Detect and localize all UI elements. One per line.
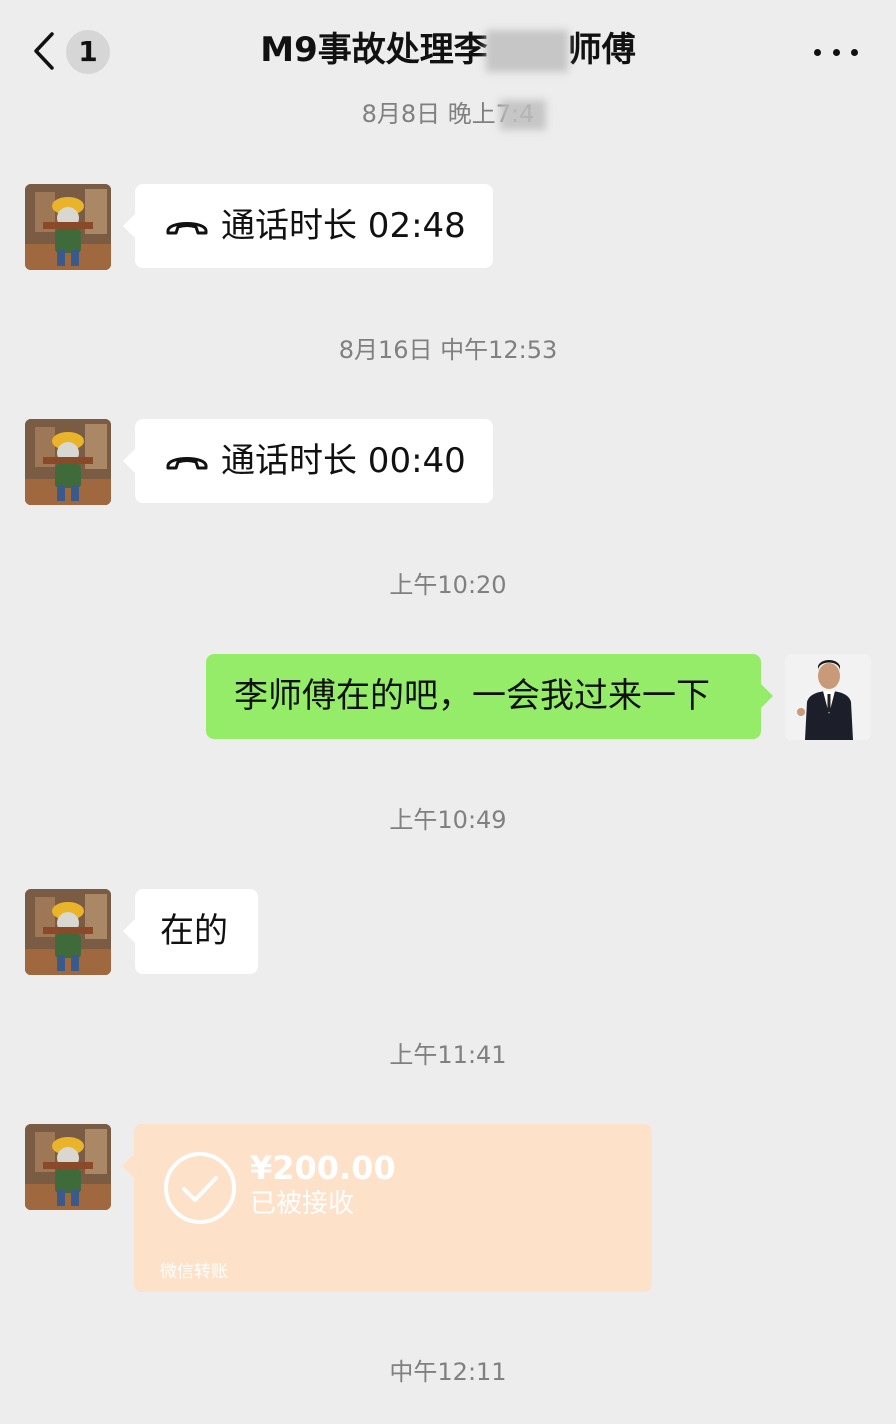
user-avatar-image (785, 654, 871, 740)
transfer-amount: ¥200.00 (250, 1149, 396, 1187)
transfer-label: 微信转账 (160, 1262, 228, 1282)
timestamp: 上午11:41 (389, 1041, 507, 1069)
timestamp: 8月16日 中午12:53 (338, 336, 558, 364)
more-dots-icon (814, 48, 821, 56)
timestamp: 上午10:20 (389, 571, 507, 599)
timestamp: 8月8日 晚上7:4 (361, 100, 535, 128)
contact-avatar[interactable] (25, 419, 111, 505)
contact-avatar[interactable] (25, 889, 111, 975)
unread-count-badge[interactable]: 1 (66, 30, 110, 74)
check-circle-icon (164, 1152, 236, 1224)
phone-hangup-icon (166, 457, 208, 470)
message-text: 李师傅在的吧，一会我过来一下 (234, 676, 710, 716)
contact-avatar[interactable] (25, 184, 111, 270)
call-duration-label: 通话时长 02:48 (221, 206, 466, 246)
privacy-blur (486, 30, 568, 72)
my-avatar[interactable] (785, 654, 871, 740)
chat-title-visible: M9事故处理李 (260, 30, 488, 70)
chat-title: M9事故处理李 师傅 (140, 26, 756, 74)
timestamp: 中午12:11 (389, 1358, 507, 1386)
privacy-blur (500, 100, 546, 130)
chevron-left-icon (34, 32, 54, 70)
chat-title-suffix: 师傅 (567, 30, 636, 70)
timestamp: 上午10:49 (389, 806, 507, 834)
transfer-card[interactable]: ¥200.00 已被接收 微信转账 (122, 1124, 652, 1292)
call-duration-label: 通话时长 00:40 (221, 441, 466, 481)
more-dot (851, 48, 858, 56)
my-message-bubble[interactable]: 李师傅在的吧，一会我过来一下 (206, 654, 773, 739)
more-dot (832, 48, 840, 56)
worker-avatar-image (25, 184, 111, 270)
more-options-button[interactable] (814, 42, 858, 62)
call-record-bubble[interactable]: 通话时长 00:40 (123, 419, 493, 503)
transfer-status: 已被接收 (250, 1189, 355, 1219)
phone-hangup-icon (166, 222, 208, 235)
call-record-bubble[interactable]: 通话时长 02:48 (123, 184, 493, 268)
chat-header: 1 M9事故处理李 师傅 (0, 0, 896, 100)
back-button[interactable] (30, 28, 60, 74)
message-text: 在的 (160, 911, 228, 951)
contact-message-bubble[interactable]: 在的 (123, 889, 258, 974)
contact-avatar[interactable] (25, 1124, 111, 1210)
worker-avatar-image (25, 889, 111, 975)
worker-avatar-image (25, 1124, 111, 1210)
worker-avatar-image (25, 419, 111, 505)
